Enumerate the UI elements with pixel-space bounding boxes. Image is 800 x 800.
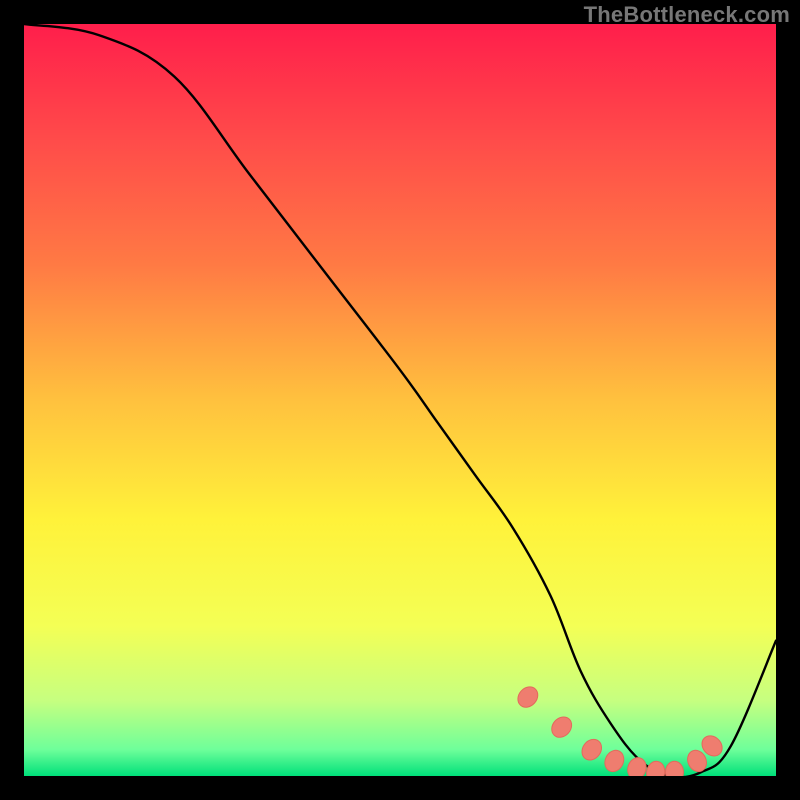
chart-frame: TheBottleneck.com — [0, 0, 800, 800]
watermark-label: TheBottleneck.com — [584, 2, 790, 28]
gradient-background — [24, 24, 776, 776]
chart-svg — [24, 24, 776, 776]
plot-area — [24, 24, 776, 776]
